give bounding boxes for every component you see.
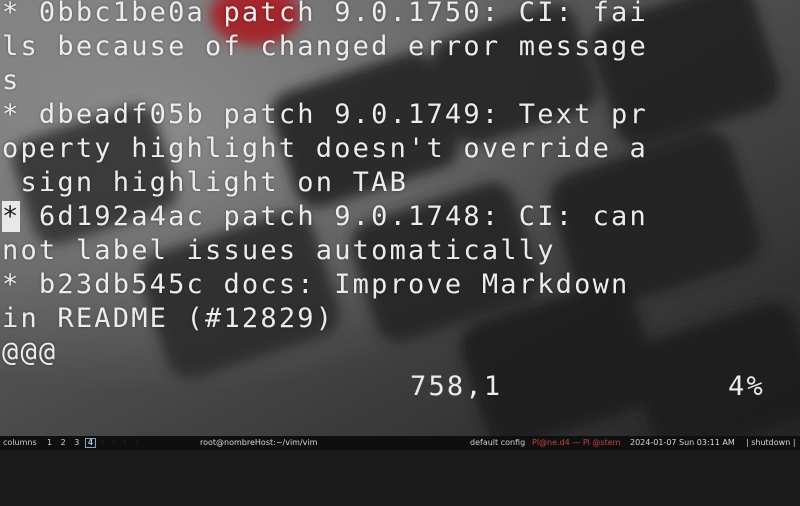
terminal-line-text: 6d192a4ac patch 9.0.1748: CI: can xyxy=(38,201,648,232)
layout-label: columns xyxy=(3,438,37,447)
desktop-statusbar: columns 1 2 3 4 · · · · root@nombreHost:… xyxy=(0,436,800,450)
workspace-list: 1 2 3 4 · · · · xyxy=(44,436,140,450)
terminal-line: s xyxy=(2,65,21,96)
workspace-placeholder: · xyxy=(134,438,138,447)
cursor-position: 758,1 xyxy=(410,371,503,402)
workspace-placeholder: · xyxy=(123,438,127,447)
user-host-label: Pl@ne.d4 — Pl @stem xyxy=(532,438,621,447)
terminal-line: * b23db545c docs: Improve Markdown xyxy=(2,269,630,300)
cursor-gap xyxy=(20,201,38,232)
workspace-button-1[interactable]: 1 xyxy=(44,438,55,447)
truncated-line-marker: @@@ xyxy=(2,337,58,368)
terminal-line: sign highlight on TAB xyxy=(2,167,409,198)
terminal-line: in README (#12829) xyxy=(2,303,335,334)
terminal-line: * dbeadf05b patch 9.0.1749: Text pr xyxy=(2,99,648,130)
config-name: default config xyxy=(470,438,526,447)
terminal-line: operty highlight doesn't override a xyxy=(2,133,648,164)
terminal-line: not label issues automatically xyxy=(2,235,556,266)
focused-window-title[interactable]: root@nombreHost:~/vim/vim xyxy=(200,436,317,450)
terminal-line: * 0bbc1be0a patch 9.0.1750: CI: fai xyxy=(2,0,648,28)
scroll-percent: 4% xyxy=(728,371,765,402)
terminal-line-with-cursor: * 6d192a4ac patch 9.0.1748: CI: can xyxy=(2,200,648,234)
workspace-button-2[interactable]: 2 xyxy=(58,438,69,447)
vim-terminal[interactable]: * 0bbc1be0a patch 9.0.1750: CI: fai ls b… xyxy=(0,0,800,436)
shutdown-button[interactable]: | shutdown | xyxy=(746,436,796,450)
workspace-button-4[interactable]: 4 xyxy=(84,438,97,448)
vim-ruler: 758,1 4% xyxy=(0,370,800,404)
text-cursor: * xyxy=(2,201,21,232)
terminal-line: ls because of changed error message xyxy=(2,31,648,62)
workspace-placeholder: · xyxy=(112,438,116,447)
workspace-placeholder: · xyxy=(101,438,105,447)
clock: 2024-01-07 Sun 03:11 AM xyxy=(630,438,735,447)
workspace-button-3[interactable]: 3 xyxy=(71,438,82,447)
